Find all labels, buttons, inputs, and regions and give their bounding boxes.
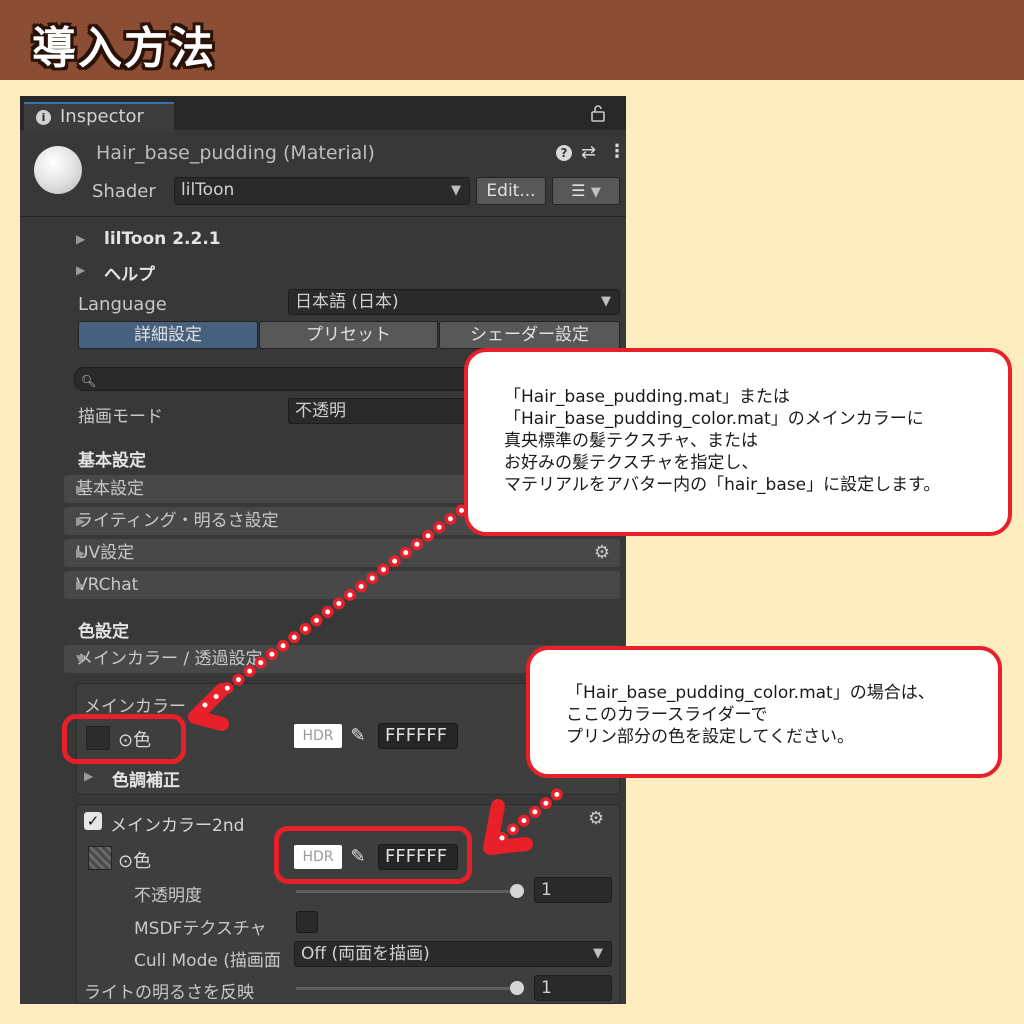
dotted-line-top (199, 504, 468, 711)
callout-top-line1: 「Hair_base_pudding.mat」または (504, 387, 790, 407)
callout-bottom-line1: 「Hair_base_pudding_color.mat」の場合は、 (566, 683, 935, 703)
callout-bottom-line2: ここのカラースライダーで (566, 705, 768, 725)
callout-top-line2: 「Hair_base_pudding_color.mat」のメインカラーに (504, 409, 924, 429)
callout-top: 「Hair_base_pudding.mat」または 「Hair_base_pu… (464, 348, 1012, 536)
callout-bottom: 「Hair_base_pudding_color.mat」の場合は、 ここのカラ… (526, 646, 1002, 778)
dotted-line-bottom (496, 786, 566, 844)
callout-top-line4: お好みの髪テクスチャを指定し、 (504, 453, 759, 473)
callout-top-line5: マテリアルをアバター内の「hair_base」に設定します。 (504, 475, 941, 495)
callout-top-line3: 真央標準の髪テクスチャ、または (504, 431, 758, 451)
callout-bottom-line3: プリン部分の色を設定してください。 (566, 727, 854, 747)
